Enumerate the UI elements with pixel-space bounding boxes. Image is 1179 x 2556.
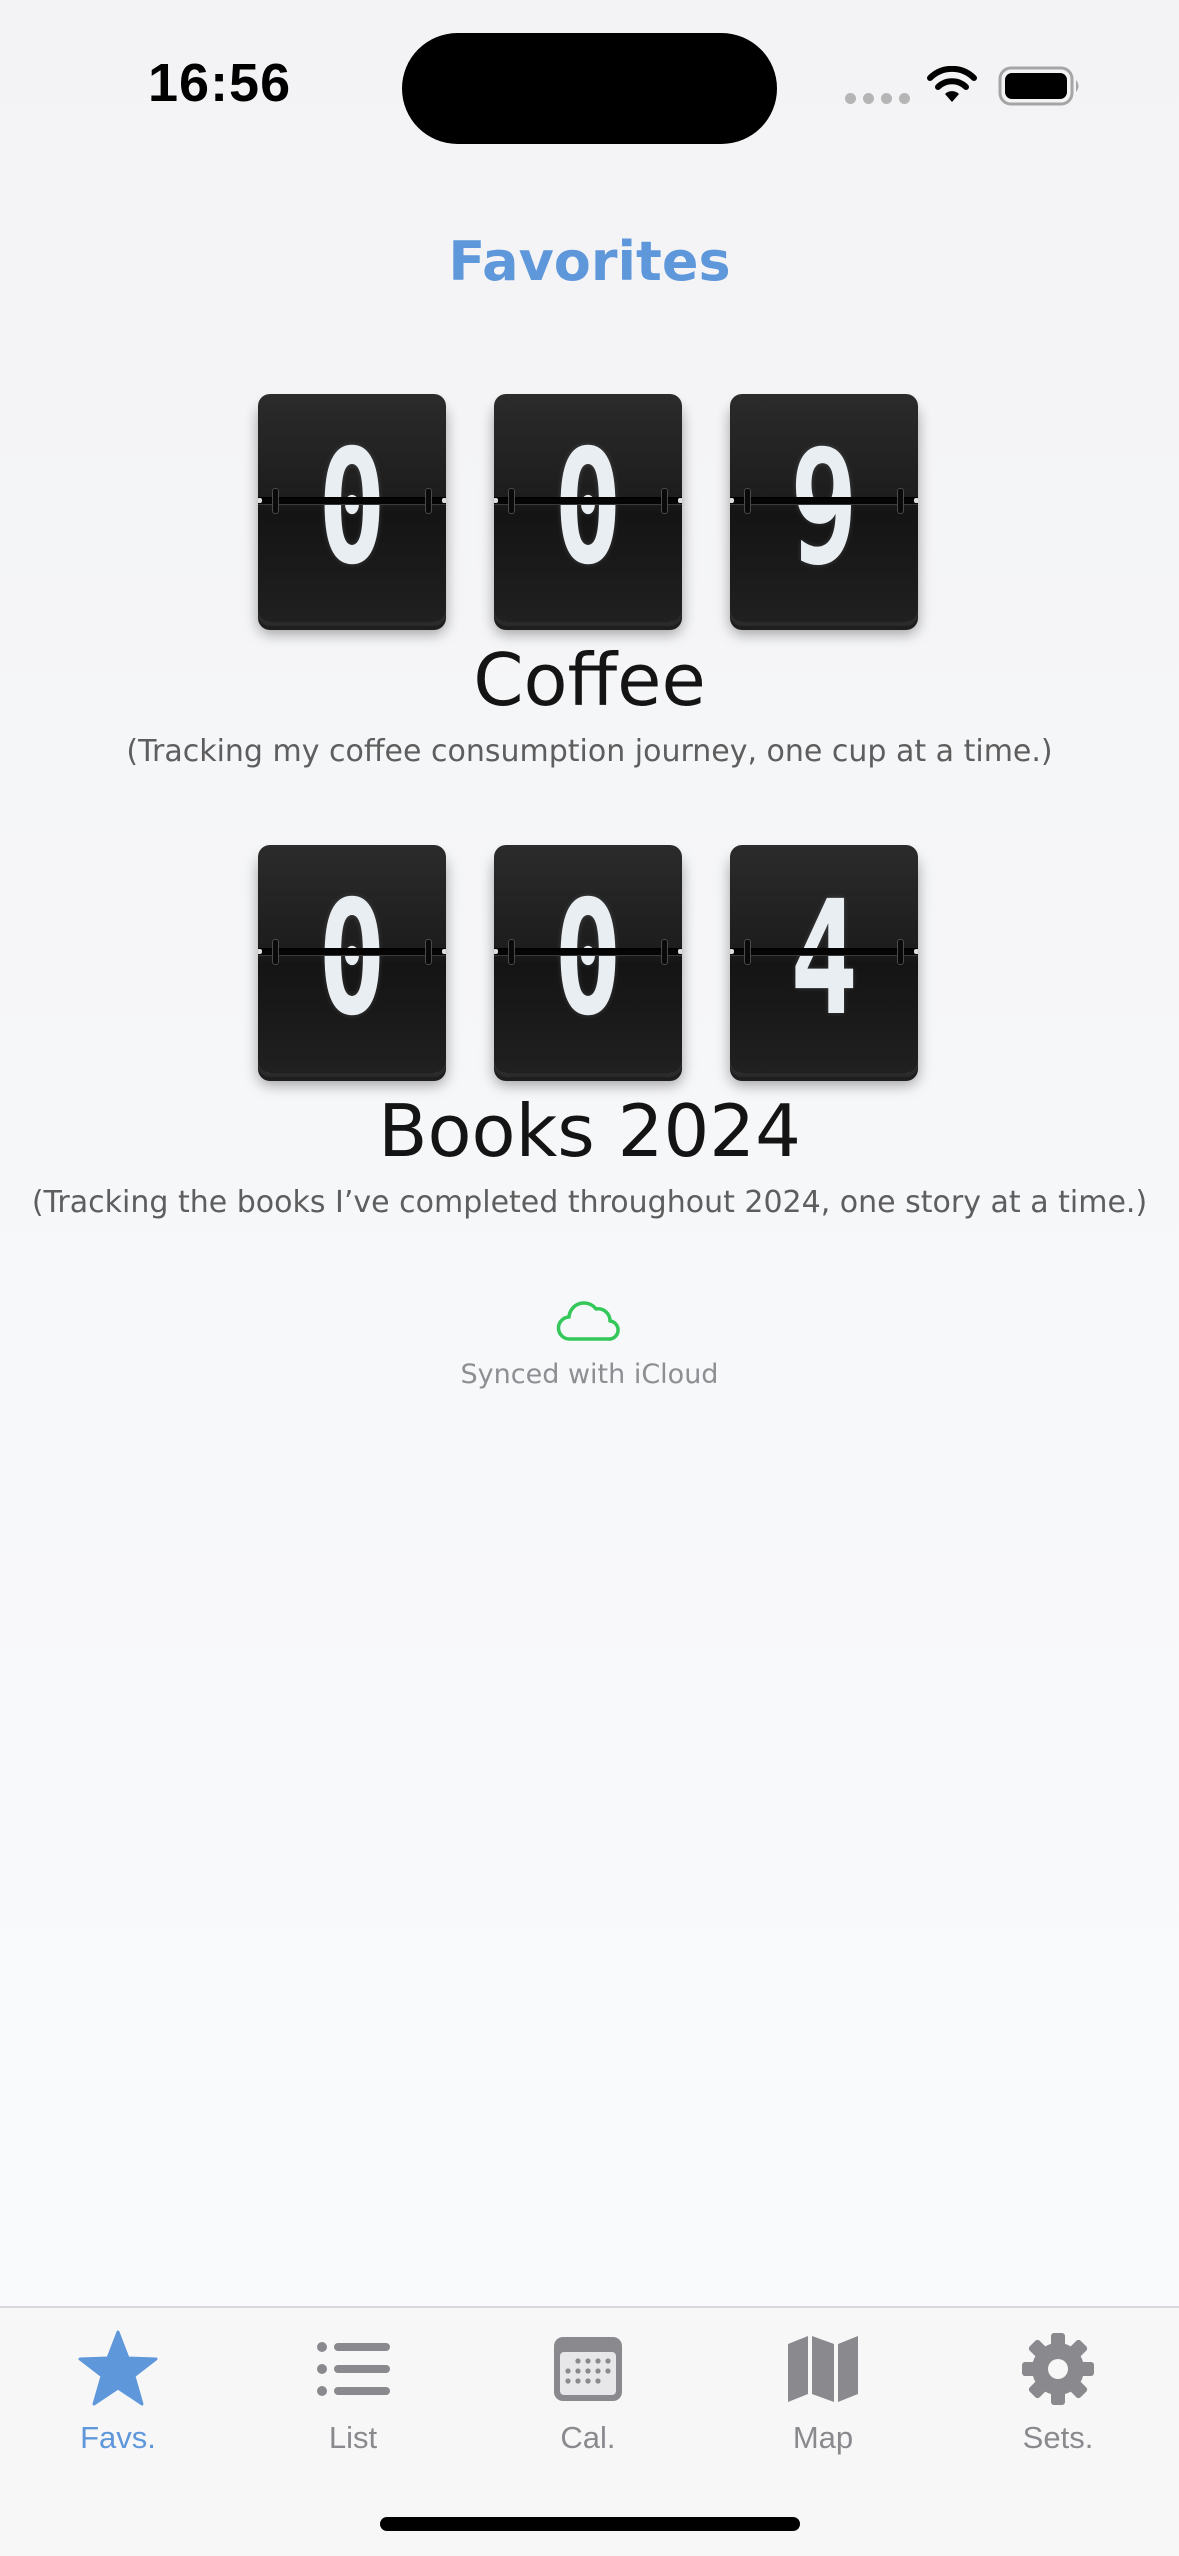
- flip-digit: 0: [494, 394, 682, 622]
- sync-status: Synced with iCloud: [460, 1359, 719, 1390]
- counter-description: (Tracking my coffee consumption journey,…: [126, 734, 1053, 769]
- home-indicator[interactable]: [380, 2517, 800, 2531]
- counter-display-books[interactable]: 0 0 4: [258, 845, 918, 1080]
- list-icon: [317, 2342, 390, 2396]
- flip-digit: 4: [730, 845, 918, 1073]
- tab-label: Map: [792, 2420, 854, 2455]
- map-icon: [788, 2336, 858, 2402]
- gear-icon: [1022, 2333, 1094, 2405]
- tab-label: List: [328, 2420, 378, 2455]
- counter-display-coffee[interactable]: 0 0 9: [258, 394, 918, 629]
- tab-label: Favs.: [80, 2420, 156, 2455]
- flip-digit: 9: [730, 394, 918, 622]
- counter-description: (Tracking the books I’ve completed throu…: [31, 1185, 1148, 1220]
- cloud-icon: [556, 1301, 620, 1341]
- battery-icon: [998, 66, 1079, 106]
- star-icon: [78, 2330, 158, 2406]
- tab-label: Sets.: [1022, 2420, 1094, 2455]
- calendar-icon: [554, 2337, 622, 2401]
- flip-digit: 0: [494, 845, 682, 1073]
- tab-list[interactable]: List: [253, 2326, 453, 2466]
- wifi-icon: [927, 66, 977, 102]
- tab-calendar[interactable]: Cal.: [488, 2326, 688, 2466]
- tab-label: Cal.: [560, 2420, 616, 2455]
- dynamic-island: [402, 33, 777, 144]
- page-title: Favorites: [448, 230, 731, 293]
- flip-digit: 0: [258, 845, 446, 1073]
- tab-favorites[interactable]: Favs.: [18, 2326, 218, 2466]
- counter-name: Books 2024: [378, 1089, 801, 1173]
- flip-digit: 0: [258, 394, 446, 622]
- tab-settings[interactable]: Sets.: [958, 2326, 1158, 2466]
- cellular-signal-icon: [845, 93, 910, 104]
- status-time: 16:56: [148, 53, 292, 113]
- counter-name: Coffee: [473, 638, 706, 722]
- tab-map[interactable]: Map: [723, 2326, 923, 2466]
